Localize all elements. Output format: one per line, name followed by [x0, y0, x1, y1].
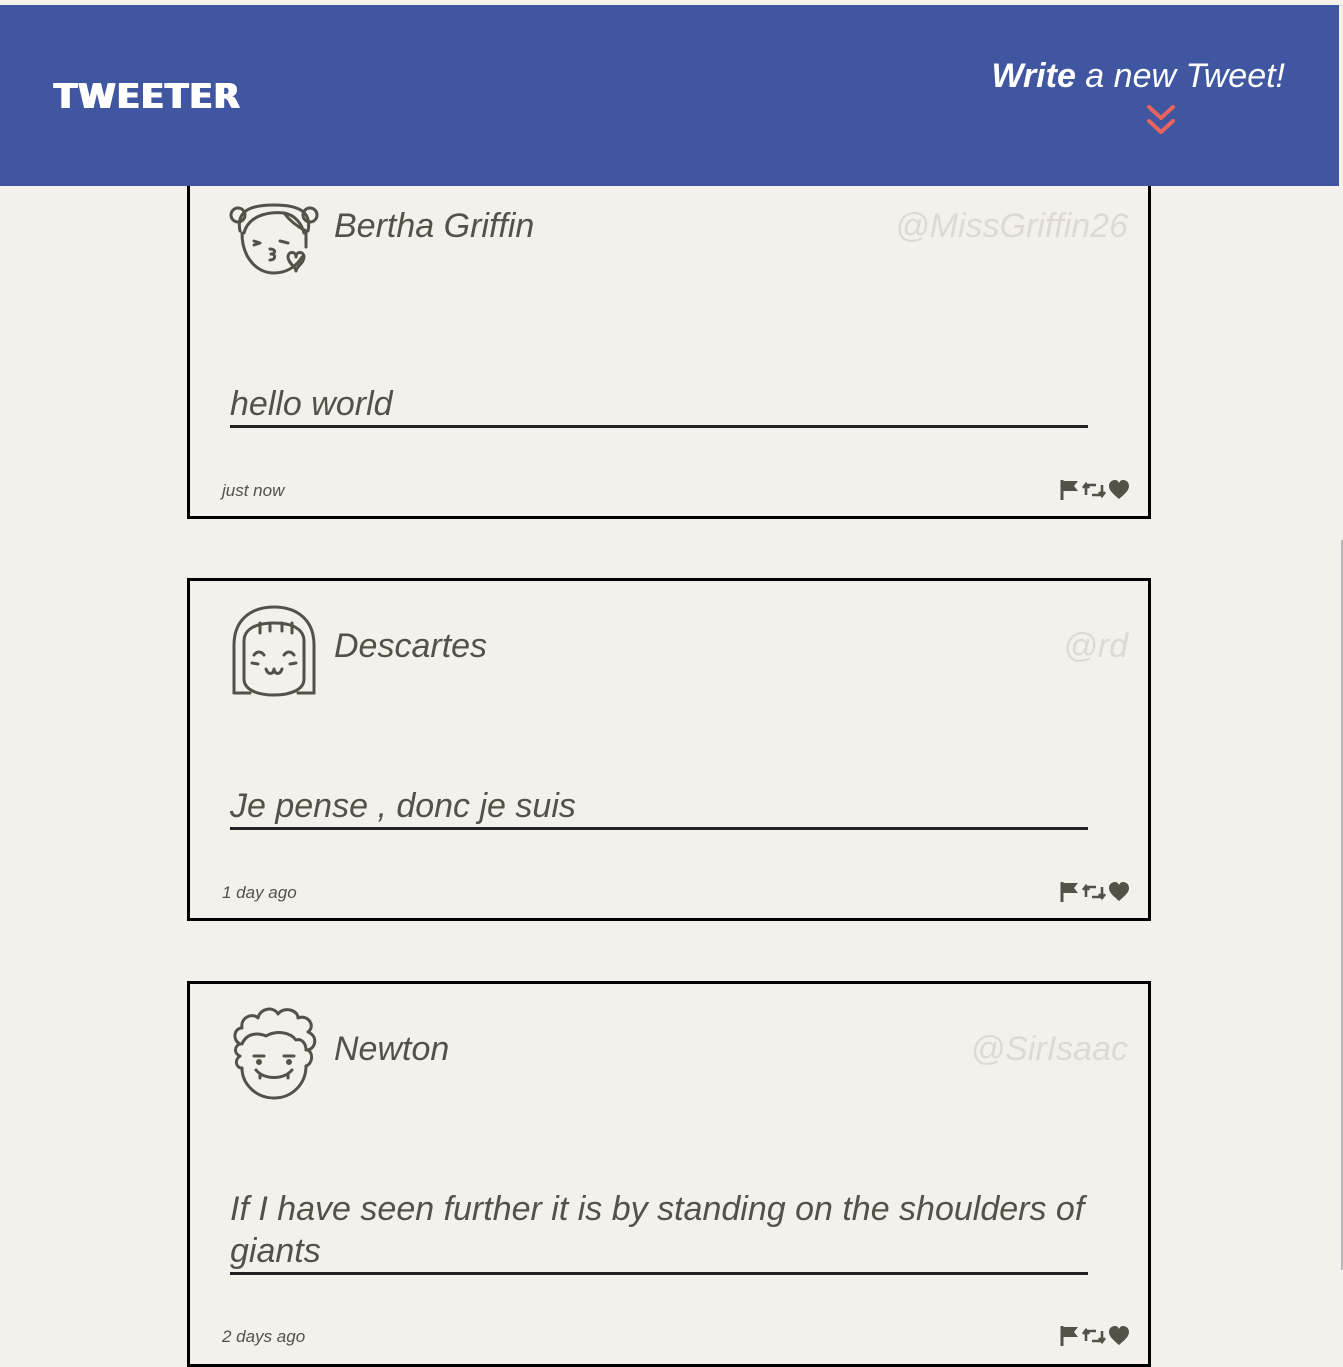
heart-icon[interactable] — [1108, 1325, 1130, 1347]
tweet-content: If I have seen further it is by standing… — [230, 1188, 1088, 1275]
tweet-author-name: Newton — [334, 1030, 450, 1068]
tweet-author-name: Bertha Griffin — [334, 207, 535, 245]
tweet-timestamp: just now — [222, 481, 285, 500]
heart-icon[interactable] — [1108, 479, 1130, 501]
tweet-author-handle: @rd — [1063, 627, 1128, 665]
tweet-timestamp: 2 days ago — [222, 1327, 306, 1346]
flag-icon[interactable] — [1060, 881, 1080, 903]
retweet-icon[interactable] — [1082, 881, 1106, 903]
tweet-card: Descartes @rd Je pense , donc je suis 1 … — [187, 578, 1151, 921]
compose-label-strong: Write — [991, 57, 1076, 95]
tweet-card: Bertha Griffin @MissGriffin26 hello worl… — [187, 158, 1151, 519]
heart-icon[interactable] — [1108, 881, 1130, 903]
flag-icon[interactable] — [1060, 1325, 1080, 1347]
compose-toggle-button[interactable]: Write a new Tweet! — [965, 57, 1285, 137]
retweet-icon[interactable] — [1082, 479, 1106, 501]
brand-logo[interactable]: TWEETER — [54, 77, 241, 117]
tweet-actions — [1060, 881, 1130, 903]
tweet-content: hello world — [230, 383, 1088, 428]
tweet-actions — [1060, 479, 1130, 501]
tweet-actions — [1060, 1325, 1130, 1347]
tweet-author-handle: @MissGriffin26 — [895, 207, 1128, 245]
tweet-author-handle: @SirIsaac — [970, 1030, 1128, 1068]
compose-label-rest: a new Tweet! — [1075, 57, 1285, 95]
compose-label: Write a new Tweet! — [991, 57, 1285, 96]
retweet-icon[interactable] — [1082, 1325, 1106, 1347]
kissing-face-avatar-icon — [229, 203, 319, 275]
tweet-timestamp: 1 day ago — [222, 883, 297, 902]
double-chevron-down-icon[interactable] — [1145, 103, 1177, 137]
tweet-author-name: Descartes — [334, 627, 488, 665]
flag-icon[interactable] — [1060, 479, 1080, 501]
tweet-content: Je pense , donc je suis — [230, 785, 1088, 830]
curly-hair-face-avatar-icon — [233, 1007, 317, 1100]
tweet-card: Newton @SirIsaac If I have seen further … — [187, 981, 1151, 1367]
navbar: TWEETER Write a new Tweet! — [0, 5, 1339, 186]
bangs-face-avatar-icon — [232, 605, 316, 697]
